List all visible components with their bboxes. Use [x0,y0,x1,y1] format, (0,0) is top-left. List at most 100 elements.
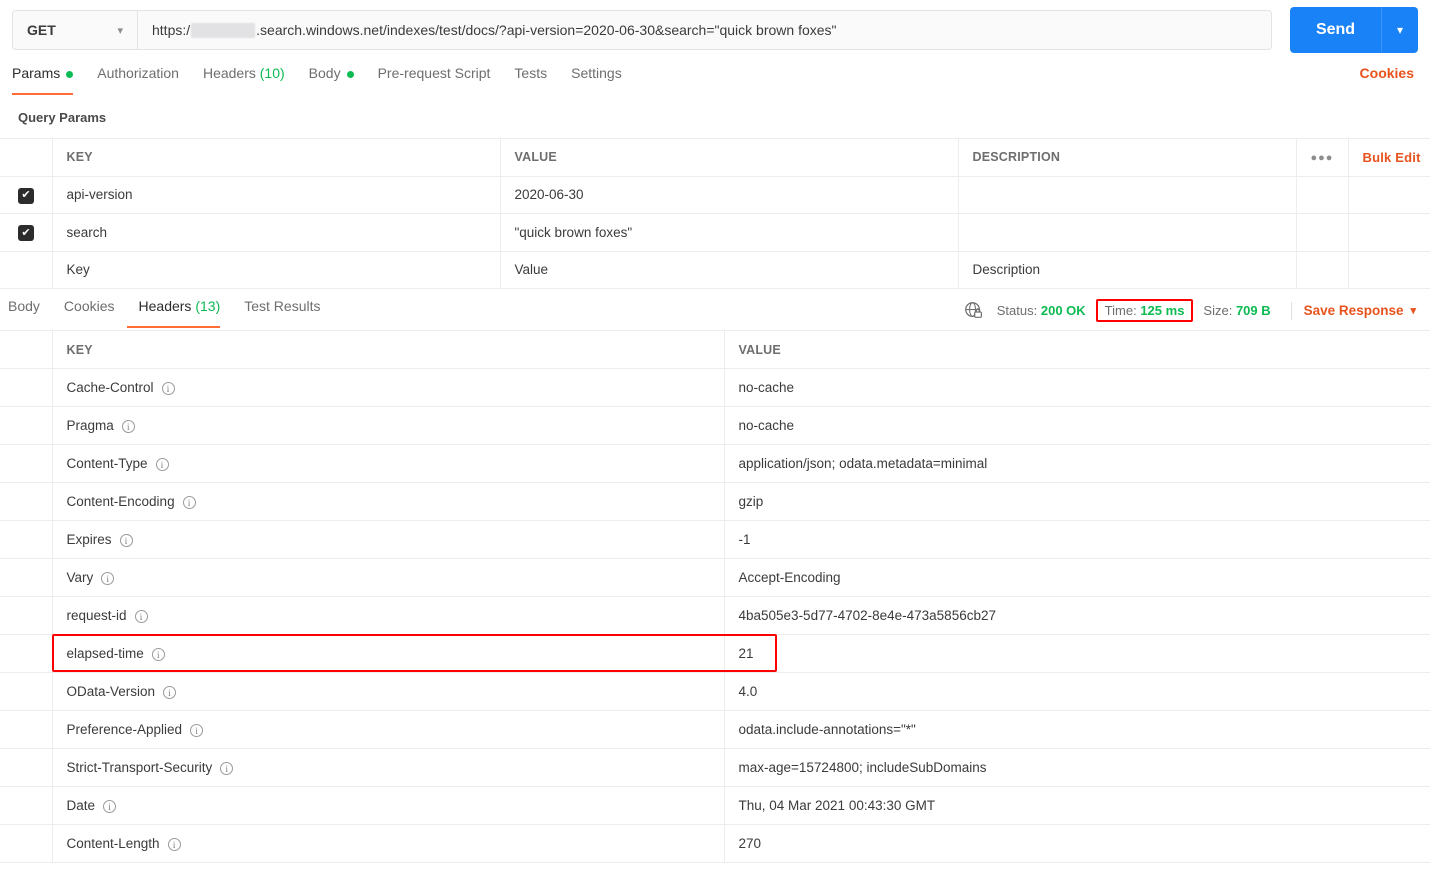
gutter-cell [0,368,53,407]
info-icon[interactable]: i [190,723,204,737]
bulk-edit-button[interactable]: Bulk Edit [1347,138,1430,177]
chevron-down-icon: ▾ [1410,305,1416,317]
param-key[interactable]: search [51,213,501,252]
tab-response-headers-count: (13) [195,298,221,314]
new-param-value-input[interactable]: Value [499,250,959,289]
new-param-description-input[interactable]: Description [957,250,1297,289]
response-headers-table: KEY VALUE Cache-Control i no-cache Pragma… [0,330,1430,863]
tab-test-results[interactable]: Test Results [232,295,332,328]
params-modified-dot-icon [66,70,74,78]
table-row: Content-Encoding i gzip [0,482,1430,521]
header-value: max-age=15724800; includeSubDomains [723,748,1430,787]
param-enabled-checkbox[interactable]: ✔ [18,187,34,204]
header-value: application/json; odata.metadata=minimal [723,444,1430,483]
save-response-button[interactable]: Save Response ▾ [1304,303,1416,318]
divider [1290,301,1292,320]
new-param-key-input[interactable]: Key [51,250,501,289]
param-value[interactable]: 2020-06-30 [499,175,959,214]
header-key: request-id i [51,596,725,635]
table-header-row: KEY VALUE [0,330,1430,369]
column-header-value: VALUE [499,138,959,177]
request-url-bar: GET ▾ https:/ .search.windows.net/indexes… [0,0,1430,60]
info-icon[interactable]: i [163,685,177,699]
send-button[interactable]: Send [1290,7,1382,53]
info-icon[interactable]: i [151,647,165,661]
table-row: Content-Length i 270 [0,824,1430,863]
gutter-cell [0,786,53,825]
info-icon[interactable]: i [155,457,169,471]
param-key[interactable]: api-version [51,175,501,214]
cookies-link[interactable]: Cookies [1360,65,1414,81]
time-value: 125 ms [1140,303,1185,318]
header-key-label: Vary [66,570,94,585]
header-key-label: OData-Version [66,684,156,699]
info-icon[interactable]: i [119,533,133,547]
header-key: Content-Length i [51,824,725,863]
table-row[interactable]: ✔ search "quick brown foxes" [0,213,1430,252]
gutter-cell [0,710,53,749]
param-description[interactable] [957,213,1297,252]
info-icon[interactable]: i [101,571,115,585]
response-meta: Status: 200 OK Time: 125 ms Size: 709 B … [964,299,1416,322]
tab-response-body[interactable]: Body [8,295,52,328]
header-key: Pragma i [51,406,725,445]
gutter-cell [0,748,53,787]
tab-pre-request-script[interactable]: Pre-request Script [366,62,503,95]
tab-tests[interactable]: Tests [502,62,559,95]
param-value[interactable]: "quick brown foxes" [499,213,959,252]
column-header-key: KEY [51,138,501,177]
table-row[interactable]: ✔ api-version 2020-06-30 [0,175,1430,214]
header-value: 4ba505e3-5d77-4702-8e4e-473a5856cb27 [723,596,1430,635]
row-spacer [1295,250,1349,289]
column-header-key: KEY [51,330,725,369]
info-icon[interactable]: i [220,761,234,775]
tab-response-cookies[interactable]: Cookies [52,295,127,328]
url-input[interactable]: https:/ .search.windows.net/indexes/test/… [138,10,1272,50]
status-label: Status: [996,303,1038,318]
save-response-label: Save Response [1303,303,1404,318]
tab-label: Headers [202,65,256,81]
tab-headers-count: (10) [259,65,285,81]
table-row-empty[interactable]: Key Value Description [0,250,1430,289]
tab-label: Authorization [97,65,179,81]
info-icon[interactable]: i [134,609,148,623]
time-label: Time: [1104,303,1137,318]
header-key: Content-Type i [51,444,725,483]
tab-headers[interactable]: Headers (10) [191,62,297,95]
info-icon[interactable]: i [121,419,135,433]
info-icon[interactable]: i [103,799,117,813]
header-value: -1 [723,520,1430,559]
globe-lock-icon[interactable] [964,301,983,320]
tab-params[interactable]: Params [12,62,85,95]
http-method-select[interactable]: GET ▾ [12,10,138,50]
info-icon[interactable]: i [182,495,196,509]
tab-authorization[interactable]: Authorization [85,62,191,95]
params-options-button[interactable]: ●●● [1295,138,1349,177]
chevron-down-icon: ▾ [117,24,123,37]
column-header-description: DESCRIPTION [957,138,1297,177]
status-value: 200 OK [1040,303,1086,318]
table-row: Date i Thu, 04 Mar 2021 00:43:30 GMT [0,786,1430,825]
tab-settings[interactable]: Settings [559,62,634,95]
table-row: request-id i 4ba505e3-5d77-4702-8e4e-473a… [0,596,1430,635]
info-icon[interactable]: i [167,837,181,851]
table-row: OData-Version i 4.0 [0,672,1430,711]
size-value: 709 B [1235,303,1271,318]
gutter-cell [0,482,53,521]
gutter-cell [0,672,53,711]
more-options-icon: ●●● [1310,152,1334,165]
table-row: Preference-Applied i odata.include-annota… [0,710,1430,749]
size-label: Size: [1203,303,1233,318]
tab-response-headers[interactable]: Headers (13) [126,295,233,328]
info-icon[interactable]: i [161,381,175,395]
param-description[interactable] [957,175,1297,214]
row-checkbox-cell: ✔ [0,175,53,214]
header-key: OData-Version i [51,672,725,711]
header-key-label: Preference-Applied [66,722,183,737]
size-badge: Size: 709 B [1195,301,1278,320]
column-header-value: VALUE [723,330,1430,369]
send-options-chevron-down-icon[interactable]: ▾ [1382,7,1418,53]
query-params-table: KEY VALUE DESCRIPTION ●●● Bulk Edit ✔ ap… [0,138,1430,289]
tab-body[interactable]: Body [297,62,366,95]
param-enabled-checkbox[interactable]: ✔ [18,225,34,241]
